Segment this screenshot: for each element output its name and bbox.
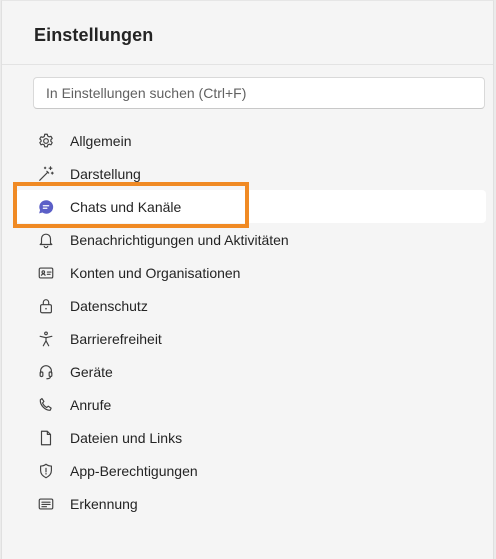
headset-icon — [36, 362, 56, 382]
card-text-icon — [36, 494, 56, 514]
nav-item-label: Dateien und Links — [70, 429, 183, 446]
nav-item-benachrichtigungen[interactable]: Benachrichtigungen und Aktivitäten — [16, 223, 486, 256]
contact-card-icon — [36, 263, 56, 283]
nav-item-label: Anrufe — [70, 396, 112, 413]
shield-icon — [36, 461, 56, 481]
nav-item-geraete[interactable]: Geräte — [16, 355, 486, 388]
magic-wand-icon — [36, 164, 56, 184]
nav-item-darstellung[interactable]: Darstellung — [16, 157, 486, 190]
gear-icon — [36, 131, 56, 151]
accessibility-icon — [36, 329, 56, 349]
document-icon — [36, 428, 56, 448]
bell-icon — [36, 230, 56, 250]
nav-item-label: Datenschutz — [70, 297, 148, 314]
nav-item-chats-und-kanaele[interactable]: Chats und Kanäle — [16, 190, 486, 223]
nav-item-label: Darstellung — [70, 165, 141, 182]
nav-item-barrierefreiheit[interactable]: Barrierefreiheit — [16, 322, 486, 355]
settings-search-input[interactable] — [33, 77, 485, 109]
nav-item-label: Chats und Kanäle — [70, 198, 182, 215]
nav-item-label: Barrierefreiheit — [70, 330, 162, 347]
nav-item-anrufe[interactable]: Anrufe — [16, 388, 486, 421]
nav-item-konten[interactable]: Konten und Organisationen — [16, 256, 486, 289]
nav-item-dateien[interactable]: Dateien und Links — [16, 421, 486, 454]
nav-item-label: Benachrichtigungen und Aktivitäten — [70, 231, 289, 248]
nav-item-label: App-Berechtigungen — [70, 462, 198, 479]
nav-item-allgemein[interactable]: Allgemein — [16, 124, 486, 157]
nav-item-erkennung[interactable]: Erkennung — [16, 487, 486, 520]
settings-header: Einstellungen — [2, 1, 493, 65]
nav-item-label: Erkennung — [70, 495, 138, 512]
page-title: Einstellungen — [34, 25, 154, 45]
nav-item-datenschutz[interactable]: Datenschutz — [16, 289, 486, 322]
nav-item-label: Allgemein — [70, 132, 132, 149]
lock-icon — [36, 296, 56, 316]
nav-item-app-berechtigungen[interactable]: App-Berechtigungen — [16, 454, 486, 487]
nav-item-label: Geräte — [70, 363, 113, 380]
settings-panel: Einstellungen Allgemein — [1, 0, 494, 559]
chat-icon — [36, 197, 56, 217]
phone-icon — [36, 395, 56, 415]
settings-nav: Allgemein Darstellung Chats und Kanäle B… — [16, 124, 486, 520]
nav-item-label: Konten und Organisationen — [70, 264, 241, 281]
